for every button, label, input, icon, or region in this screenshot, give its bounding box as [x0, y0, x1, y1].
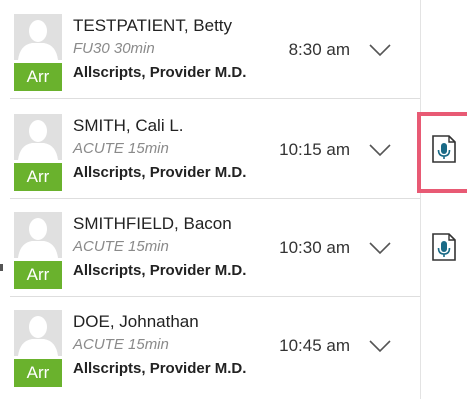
appointment-time: 10:45 am [279, 336, 350, 355]
appointment-type: ACUTE 15min [73, 238, 169, 255]
status-badge: Arr [14, 261, 62, 289]
edge-marker [0, 264, 3, 271]
appointment-row[interactable]: Arr SMITH, Cali L. ACUTE 15min 10:15 am … [0, 102, 467, 199]
status-badge: Arr [14, 359, 62, 387]
appointment-row[interactable]: Arr SMITHFIELD, Bacon ACUTE 15min 10:30 … [0, 200, 467, 297]
chevron-down-icon[interactable] [368, 338, 392, 354]
appointment-type: ACUTE 15min [73, 140, 169, 157]
patient-name: SMITHFIELD, Bacon [73, 214, 232, 233]
person-silhouette-icon [14, 212, 62, 258]
dictation-button[interactable] [430, 232, 458, 262]
appointment-list: Arr TESTPATIENT, Betty FU30 30min 8:30 a… [0, 0, 467, 399]
row-divider [10, 296, 420, 297]
chevron-down-icon[interactable] [368, 142, 392, 158]
status-badge: Arr [14, 63, 62, 91]
provider-name: Allscripts, Provider M.D. [73, 360, 247, 377]
status-badge: Arr [14, 163, 62, 191]
person-silhouette-icon [14, 14, 62, 60]
appointment-time: 8:30 am [288, 40, 350, 59]
chevron-down-icon[interactable] [368, 240, 392, 256]
patient-name: TESTPATIENT, Betty [73, 16, 233, 35]
appointment-time: 10:30 am [279, 238, 350, 257]
patient-name: DOE, Johnathan [73, 312, 199, 331]
provider-name: Allscripts, Provider M.D. [73, 164, 247, 181]
row-divider [10, 98, 420, 99]
appointment-type: ACUTE 15min [73, 336, 169, 353]
provider-name: Allscripts, Provider M.D. [73, 262, 247, 279]
appointment-type: FU30 30min [73, 40, 155, 57]
person-silhouette-icon [14, 114, 62, 160]
appointment-row[interactable]: Arr TESTPATIENT, Betty FU30 30min 8:30 a… [0, 2, 467, 99]
provider-name: Allscripts, Provider M.D. [73, 64, 247, 81]
microphone-document-icon [432, 233, 456, 261]
row-divider [10, 198, 420, 199]
patient-name: SMITH, Cali L. [73, 116, 184, 135]
dictation-highlight [417, 112, 467, 193]
person-silhouette-icon [14, 310, 62, 356]
chevron-down-icon[interactable] [368, 42, 392, 58]
appointment-row[interactable]: Arr DOE, Johnathan ACUTE 15min 10:45 am … [0, 298, 467, 395]
appointment-time: 10:15 am [279, 140, 350, 159]
